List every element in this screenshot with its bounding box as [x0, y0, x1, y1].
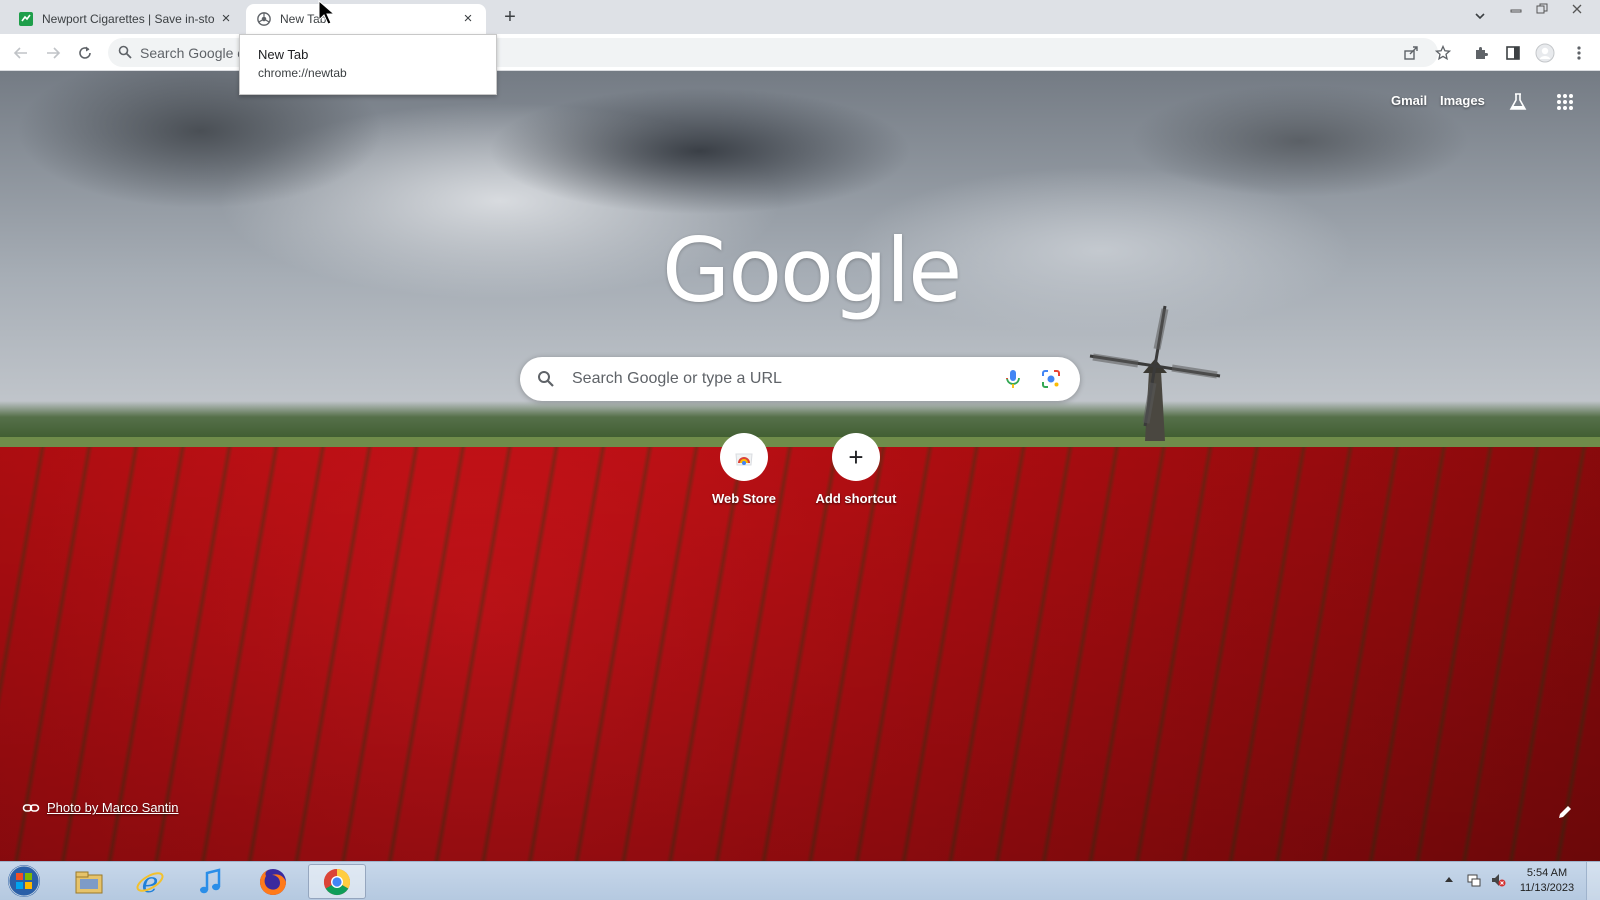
tab-newport[interactable]: Newport Cigarettes | Save in-sto ×: [8, 4, 244, 34]
close-tab-icon[interactable]: ×: [218, 11, 234, 27]
search-placeholder: Search Google or type a URL: [572, 370, 782, 387]
taskbar-firefox-icon[interactable]: [244, 864, 302, 899]
taskbar-explorer-icon[interactable]: [60, 864, 118, 899]
shortcut-add[interactable]: + Add shortcut: [800, 433, 912, 506]
taskbar-chrome-icon[interactable]: [308, 864, 366, 899]
extensions-puzzle-icon[interactable]: [1468, 40, 1494, 66]
restore-window-icon[interactable]: [1528, 0, 1556, 18]
labs-flask-icon[interactable]: [1506, 90, 1530, 114]
tab-hover-tooltip: New Tab chrome://newtab: [239, 34, 497, 95]
show-desktop-button[interactable]: [1586, 862, 1600, 900]
tray-network-icon[interactable]: [1466, 872, 1482, 891]
photo-attribution-link[interactable]: Photo by Marco Santin: [22, 800, 179, 815]
search-icon: [118, 45, 132, 64]
google-logo: Google: [662, 219, 962, 322]
back-arrow-icon[interactable]: [8, 40, 34, 66]
close-window-icon[interactable]: [1560, 0, 1594, 18]
google-lens-camera-icon[interactable]: [1040, 368, 1062, 395]
bookmark-star-icon[interactable]: [1430, 40, 1456, 66]
tab-search-chevron-icon[interactable]: [1469, 7, 1491, 29]
share-icon[interactable]: [1398, 40, 1424, 66]
profile-avatar-icon[interactable]: [1532, 40, 1558, 66]
clock-time: 5:54 AM: [1526, 867, 1568, 879]
new-tab-button[interactable]: +: [498, 5, 522, 29]
windows-taskbar: e 5:54 AM 11/13/2023: [0, 861, 1600, 900]
svg-text:e: e: [142, 867, 159, 897]
close-tab-icon[interactable]: ×: [460, 11, 476, 27]
chrome-favicon-icon: [256, 11, 272, 27]
attribution-text: Photo by Marco Santin: [47, 800, 179, 815]
search-icon: [537, 370, 555, 393]
tray-volume-muted-icon[interactable]: [1490, 872, 1506, 891]
address-bar-text: Search Google o: [140, 45, 246, 61]
forward-arrow-icon[interactable]: [40, 40, 66, 66]
tab-strip: Newport Cigarettes | Save in-sto × New T…: [0, 0, 1600, 34]
tooltip-title: New Tab: [258, 47, 309, 62]
taskbar-internet-explorer-icon[interactable]: e: [121, 864, 179, 899]
site-favicon-icon: [18, 11, 34, 27]
minimize-window-icon[interactable]: [1502, 0, 1530, 18]
link-icon: [22, 803, 40, 812]
new-tab-page: Gmail Images Google Search Google or typ…: [0, 71, 1600, 861]
plus-icon: +: [832, 433, 880, 481]
windmill-image: [1089, 305, 1221, 441]
tab-new-tab[interactable]: New Tab ×: [246, 4, 486, 34]
tab-title: New Tab: [280, 12, 327, 26]
more-menu-icon[interactable]: [1566, 40, 1592, 66]
taskbar-itunes-icon[interactable]: [182, 864, 240, 899]
apps-grid-icon[interactable]: [1553, 90, 1577, 114]
tab-title: Newport Cigarettes | Save in-sto: [42, 12, 215, 26]
shortcut-label: Add shortcut: [815, 491, 897, 506]
voice-search-mic-icon[interactable]: [1002, 368, 1024, 395]
tooltip-url: chrome://newtab: [258, 66, 347, 80]
taskbar-clock[interactable]: 5:54 AM 11/13/2023: [1512, 866, 1582, 896]
windows-start-orb-icon[interactable]: [6, 864, 42, 898]
shortcut-web-store[interactable]: Web Store: [688, 433, 800, 506]
tray-show-hidden-icon[interactable]: [1444, 874, 1454, 886]
clock-date: 11/13/2023: [1519, 882, 1575, 894]
mouse-cursor-icon: [318, 0, 336, 25]
shortcut-label: Web Store: [711, 491, 777, 506]
side-panel-icon[interactable]: [1500, 40, 1526, 66]
search-box[interactable]: Search Google or type a URL: [520, 357, 1080, 401]
reload-icon[interactable]: [72, 40, 98, 66]
web-store-icon: [720, 433, 768, 481]
gmail-link[interactable]: Gmail: [1391, 93, 1427, 108]
images-link[interactable]: Images: [1440, 93, 1485, 108]
customize-pencil-icon[interactable]: [1556, 803, 1574, 821]
